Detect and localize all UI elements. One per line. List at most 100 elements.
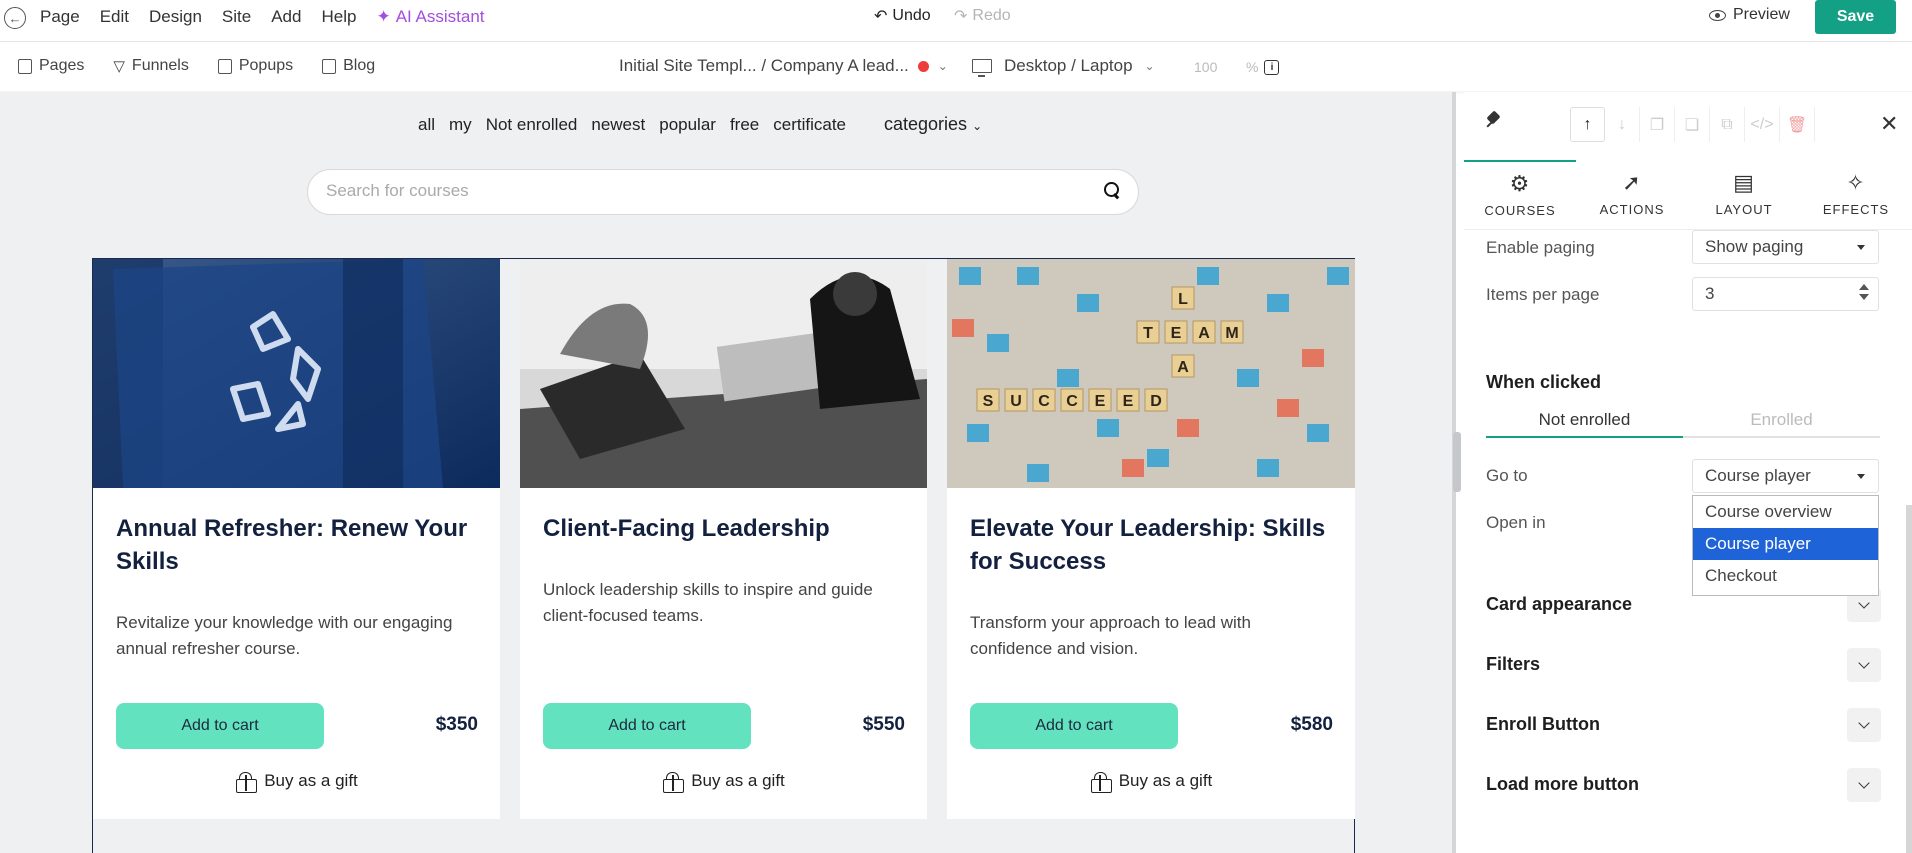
filter-newest[interactable]: newest bbox=[591, 115, 645, 135]
section-load-more-button[interactable]: Load more button bbox=[1486, 774, 1639, 795]
filter-not-enrolled[interactable]: Not enrolled bbox=[486, 115, 578, 135]
device-selector[interactable]: Desktop / Laptop ⌄ bbox=[972, 56, 1155, 77]
tab-actions[interactable]: ➚ ACTIONS bbox=[1576, 160, 1688, 229]
pin-icon[interactable] bbox=[1484, 112, 1502, 130]
expand-enroll-button[interactable] bbox=[1847, 708, 1881, 742]
add-to-cart-button[interactable]: Add to cart bbox=[970, 703, 1178, 749]
redo-button[interactable]: ↷ Redo bbox=[954, 6, 1011, 26]
zoom-control: 100 % i bbox=[1190, 55, 1280, 79]
menu-add[interactable]: Add bbox=[271, 7, 301, 27]
svg-text:C: C bbox=[1066, 393, 1078, 410]
course-price: $580 bbox=[1290, 714, 1333, 735]
items-per-page-value: 3 bbox=[1705, 284, 1715, 303]
nav-pages-label: Pages bbox=[39, 57, 85, 74]
section-filters[interactable]: Filters bbox=[1486, 654, 1540, 675]
search-input[interactable] bbox=[326, 181, 1086, 201]
buy-as-gift-link[interactable]: Buy as a gift bbox=[93, 771, 500, 793]
course-card[interactable]: L TEAM A SUCCEED Elevate Your Leadership… bbox=[947, 259, 1355, 819]
duplicate-icon[interactable]: ⧉ bbox=[1710, 107, 1745, 142]
back-arrow-icon[interactable]: ← bbox=[4, 7, 26, 29]
menu-site[interactable]: Site bbox=[222, 7, 251, 27]
subtab-not-enrolled[interactable]: Not enrolled bbox=[1486, 408, 1683, 438]
expand-load-more-button[interactable] bbox=[1847, 768, 1881, 802]
course-title[interactable]: Elevate Your Leadership: Skills for Succ… bbox=[970, 512, 1330, 578]
filter-my[interactable]: my bbox=[449, 115, 472, 135]
menu-design[interactable]: Design bbox=[149, 7, 202, 27]
close-icon[interactable]: ✕ bbox=[1880, 111, 1898, 137]
chevron-down-icon: ⌄ bbox=[972, 119, 983, 133]
option-checkout[interactable]: Checkout bbox=[1693, 560, 1878, 592]
course-grid: Annual Refresher: Renew Your Skills Revi… bbox=[92, 258, 1355, 853]
layout-icon: ▤ bbox=[1733, 170, 1755, 195]
undo-button[interactable]: ↶ Undo bbox=[874, 6, 931, 26]
enrollment-subtabs: Not enrolled Enrolled bbox=[1486, 408, 1880, 438]
add-to-cart-button[interactable]: Add to cart bbox=[543, 703, 751, 749]
nav-funnels-label: Funnels bbox=[131, 57, 189, 74]
copy-icon[interactable]: ❐ bbox=[1640, 107, 1675, 142]
option-course-overview[interactable]: Course overview bbox=[1693, 496, 1878, 528]
chevron-down-icon bbox=[1858, 777, 1870, 789]
tab-layout[interactable]: ▤ LAYOUT bbox=[1688, 160, 1800, 229]
menu-page[interactable]: Page bbox=[40, 7, 80, 27]
option-course-player[interactable]: Course player bbox=[1693, 528, 1878, 560]
zoom-input[interactable]: 100 bbox=[1190, 55, 1240, 79]
info-icon[interactable]: i bbox=[1264, 59, 1280, 75]
paste-icon[interactable]: ❏ bbox=[1675, 107, 1710, 142]
tab-actions-label: ACTIONS bbox=[1599, 202, 1665, 217]
funnel-icon: ▽ bbox=[113, 58, 125, 75]
nav-popups[interactable]: Popups bbox=[217, 57, 293, 75]
editor-canvas: all my Not enrolled newest popular free … bbox=[0, 92, 1456, 853]
course-filters: all my Not enrolled newest popular free … bbox=[418, 114, 982, 135]
stepper-arrows-icon[interactable] bbox=[1859, 284, 1869, 300]
items-per-page-stepper[interactable]: 3 bbox=[1692, 277, 1879, 311]
element-tools: ↑ ↓ ❐ ❏ ⧉ </> 🗑 bbox=[1570, 107, 1815, 142]
section-enroll-button[interactable]: Enroll Button bbox=[1486, 714, 1600, 735]
tab-courses[interactable]: ⚙ COURSES bbox=[1464, 160, 1576, 229]
svg-text:A: A bbox=[1177, 359, 1189, 376]
code-icon[interactable]: </> bbox=[1745, 107, 1780, 142]
section-card-appearance[interactable]: Card appearance bbox=[1486, 594, 1632, 615]
filter-popular[interactable]: popular bbox=[659, 115, 716, 135]
filter-certificate[interactable]: certificate bbox=[773, 115, 846, 135]
course-price: $350 bbox=[435, 714, 478, 735]
gift-label: Buy as a gift bbox=[264, 771, 358, 790]
course-title[interactable]: Client-Facing Leadership bbox=[543, 512, 903, 545]
search-icon[interactable] bbox=[1104, 182, 1120, 198]
expand-filters[interactable] bbox=[1847, 648, 1881, 682]
trash-icon[interactable]: 🗑 bbox=[1780, 107, 1815, 142]
panel-scrollbar[interactable] bbox=[1906, 505, 1912, 853]
gift-icon bbox=[1090, 771, 1112, 793]
save-button[interactable]: Save bbox=[1815, 0, 1896, 34]
canvas-resize-handle[interactable] bbox=[1453, 432, 1461, 492]
go-to-select[interactable]: Course player bbox=[1692, 459, 1879, 493]
filter-free[interactable]: free bbox=[730, 115, 759, 135]
course-card[interactable]: Annual Refresher: Renew Your Skills Revi… bbox=[93, 259, 500, 819]
course-image-scrabble-team-succeed: L TEAM A SUCCEED bbox=[947, 259, 1355, 488]
add-to-cart-button[interactable]: Add to cart bbox=[116, 703, 324, 749]
nav-pages[interactable]: Pages bbox=[18, 57, 84, 75]
course-card[interactable]: Client-Facing Leadership Unlock leadersh… bbox=[520, 259, 927, 819]
buy-as-gift-link[interactable]: Buy as a gift bbox=[947, 771, 1355, 793]
nav-funnels[interactable]: ▽ Funnels bbox=[113, 57, 188, 75]
ai-assistant-button[interactable]: ✦ AI Assistant bbox=[376, 7, 484, 27]
tab-effects[interactable]: ✧ EFFECTS bbox=[1800, 160, 1912, 229]
enable-paging-select[interactable]: Show paging bbox=[1692, 230, 1879, 264]
move-down-icon[interactable]: ↓ bbox=[1605, 107, 1640, 142]
menu-help[interactable]: Help bbox=[321, 7, 356, 27]
caret-down-icon bbox=[1857, 474, 1865, 479]
filter-all[interactable]: all bbox=[418, 115, 435, 135]
menu-edit[interactable]: Edit bbox=[100, 7, 129, 27]
svg-text:M: M bbox=[1225, 325, 1238, 342]
svg-text:E: E bbox=[1123, 393, 1134, 410]
move-up-icon[interactable]: ↑ bbox=[1570, 107, 1605, 142]
buy-as-gift-link[interactable]: Buy as a gift bbox=[520, 771, 927, 793]
page-selector[interactable]: Initial Site Templ... / Company A lead..… bbox=[619, 56, 948, 76]
course-title[interactable]: Annual Refresher: Renew Your Skills bbox=[116, 512, 476, 578]
svg-text:A: A bbox=[1198, 325, 1210, 342]
monitor-icon bbox=[972, 59, 992, 77]
categories-dropdown[interactable]: categories ⌄ bbox=[884, 114, 982, 135]
nav-blog[interactable]: Blog bbox=[322, 57, 375, 75]
preview-button[interactable]: Preview bbox=[1709, 6, 1790, 24]
subtab-enrolled[interactable]: Enrolled bbox=[1683, 408, 1880, 438]
course-search bbox=[307, 169, 1139, 215]
